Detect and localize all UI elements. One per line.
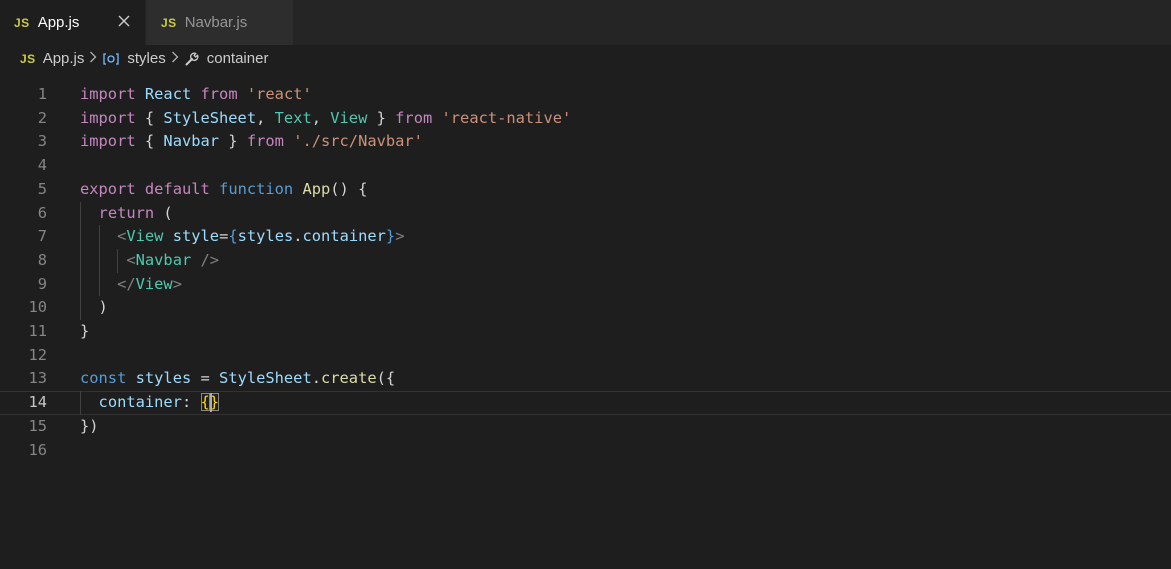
breadcrumb: JS App.js styles container (0, 45, 1171, 72)
breadcrumb-symbol[interactable]: styles (127, 50, 165, 67)
code-line[interactable]: 7 <View style={styles.container}> (0, 225, 1171, 249)
variable-icon (102, 52, 120, 66)
code-line[interactable]: 4 (0, 154, 1171, 178)
code-line[interactable]: 12 (0, 344, 1171, 368)
tab-app-js[interactable]: JS App.js (0, 0, 145, 45)
wrench-icon (184, 51, 200, 67)
code-text: <View style={styles.container}> (117, 227, 405, 246)
line-number: 16 (28, 440, 47, 459)
code-line[interactable]: 11} (0, 320, 1171, 344)
code-editor[interactable]: 1 import React from 'react' 2 import { Styl… (0, 72, 1171, 569)
code-text: export default function App() { (80, 179, 368, 198)
code-line[interactable]: 16 (0, 439, 1171, 463)
code-text: import { Navbar } from './src/Navbar' (80, 132, 423, 151)
text-cursor (209, 393, 212, 413)
indent-guide (80, 201, 81, 320)
code-line[interactable]: 9 </View> (0, 273, 1171, 297)
chevron-right-icon (171, 51, 179, 66)
breadcrumb-file[interactable]: App.js (43, 50, 85, 67)
code-text: return ( (98, 203, 173, 222)
code-line[interactable]: 3 import { Navbar } from './src/Navbar' (0, 130, 1171, 154)
code-text: <Navbar /> (126, 250, 220, 269)
tab-label: Navbar.js (184, 14, 248, 31)
code-text: const styles = StyleSheet.create({ (80, 369, 396, 388)
code-line[interactable]: 13 const styles = StyleSheet.create({ (0, 367, 1171, 391)
line-number: 5 (37, 179, 47, 198)
code-line[interactable]: 14 container: {} (0, 391, 1171, 415)
code-text: </View> (117, 274, 182, 293)
code-text: }) (80, 416, 99, 435)
js-file-icon: JS (14, 15, 30, 30)
tab-bar: JS App.js JS Navbar.js (0, 0, 1171, 45)
line-number: 1 (37, 85, 47, 103)
line-number: 4 (37, 156, 47, 175)
line-number: 10 (28, 298, 47, 317)
line-number: 12 (28, 345, 47, 364)
code-text: } (80, 322, 90, 340)
indent-guide (80, 391, 81, 415)
line-number: 6 (37, 203, 47, 222)
line-number: 2 (37, 108, 47, 127)
code-line[interactable]: 5 export default function App() { (0, 178, 1171, 202)
code-line[interactable]: 1 import React from 'react' (0, 83, 1171, 107)
line-number: 11 (28, 322, 47, 340)
code-text: container: {} (98, 393, 220, 412)
tab-label: App.js (37, 14, 80, 31)
indent-guide (98, 225, 100, 297)
code-line[interactable]: 2 import { StyleSheet, Text, View } from … (0, 107, 1171, 131)
line-number: 8 (37, 250, 47, 269)
code-text: import { StyleSheet, Text, View } from '… (80, 108, 572, 127)
close-icon[interactable] (116, 13, 132, 29)
line-number: 7 (37, 227, 47, 246)
breadcrumb-property[interactable]: container (207, 50, 269, 67)
line-number: 13 (28, 369, 47, 388)
line-number: 14 (28, 393, 47, 412)
line-number: 3 (37, 132, 47, 151)
chevron-right-icon (89, 51, 97, 66)
js-file-icon: JS (20, 51, 36, 66)
code-line[interactable]: 15}) (0, 415, 1171, 439)
code-line[interactable]: 6 return ( (0, 202, 1171, 226)
code-line[interactable]: 10 ) (0, 296, 1171, 320)
line-number: 15 (28, 416, 47, 435)
line-number: 9 (37, 274, 47, 293)
js-file-icon: JS (161, 15, 177, 30)
code-text: import React from 'react' (80, 85, 312, 103)
tab-navbar-js[interactable]: JS Navbar.js (145, 0, 293, 45)
indent-guide (117, 248, 119, 273)
code-text: ) (80, 298, 108, 317)
code-line[interactable]: 8 <Navbar /> (0, 249, 1171, 273)
